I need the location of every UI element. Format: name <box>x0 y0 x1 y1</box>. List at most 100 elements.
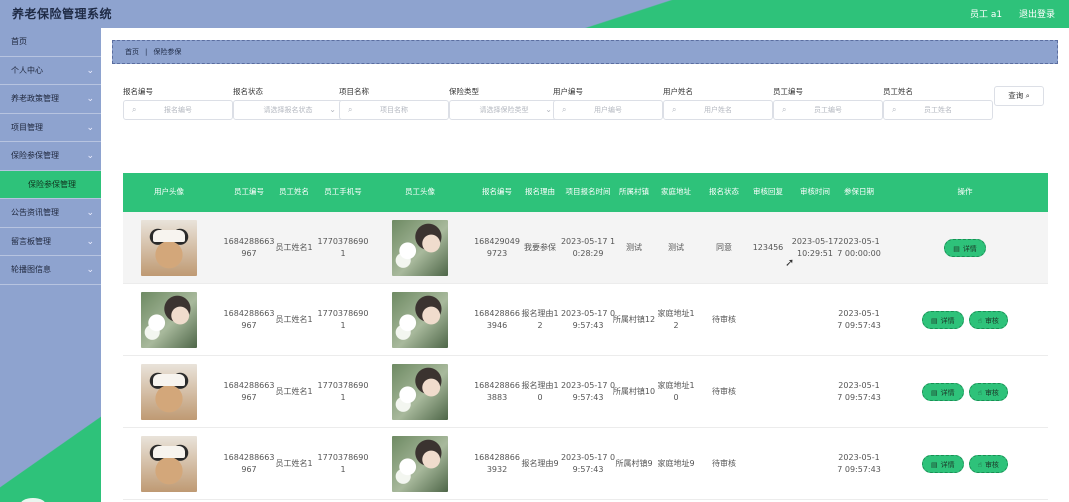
sidebar-item-4[interactable]: 保险参保管理 ⌄ <box>0 142 101 171</box>
cell-text: 家庭地址12 <box>657 309 695 330</box>
breadcrumb-home[interactable]: 首页 <box>125 48 139 56</box>
cell-village: 所属村镇9 <box>611 428 657 500</box>
cell-text: 家庭地址10 <box>657 381 695 402</box>
table-row[interactable]: 1684288663967 员工姓名1 17703786901 16842886639… <box>123 428 1048 500</box>
sidebar-item-6[interactable]: 公告资讯管理 ⌄ <box>0 199 101 228</box>
cell-text: 报名理由10 <box>521 381 559 402</box>
filter-input[interactable]: ⌕ 员工姓名 <box>883 100 993 120</box>
cell-text: 123456 <box>752 243 784 253</box>
sidebar-item-1[interactable]: 个人中心 ⌄ <box>0 57 101 85</box>
cell-text: 2023-05-17 09:57:43 <box>837 381 881 402</box>
filter-input[interactable]: ⌕ 报名编号 <box>123 100 233 120</box>
cell-text: 同意 <box>716 243 732 253</box>
audit-button[interactable]: ☝ 审核 <box>968 455 1008 473</box>
header-actions: 员工 a1 退出登录 <box>956 7 1055 20</box>
cell-emp-phone: 17703786901 <box>317 284 369 356</box>
chevron-down-icon: ⌄ <box>86 265 94 275</box>
sidebar: 首页 个人中心 ⌄ 养老政策管理 ⌄ 项目管理 ⌄ 保险参保管理 ⌄ 保险参保管理 公告资讯管理 ⌄ 留… <box>0 28 101 502</box>
sidebar-item-label: 保险参保管理 <box>11 151 59 160</box>
filter-input[interactable]: ⌕ 用户编号 <box>553 100 663 120</box>
employee-avatar <box>392 292 448 348</box>
filter-placeholder: 请选择报名状态 <box>263 106 313 114</box>
cell-text: 所属村镇10 <box>612 387 656 397</box>
sidebar-item-3[interactable]: 项目管理 ⌄ <box>0 114 101 142</box>
detail-button-label: 详情 <box>940 461 955 469</box>
cell-text: 2023-05-17 09:57:43 <box>560 453 616 474</box>
detail-button[interactable]: ▤ 详情 <box>922 311 964 329</box>
detail-button[interactable]: ▤ 详情 <box>944 239 986 257</box>
cell-status: 待审核 <box>699 284 749 356</box>
cell-reg-time: 2023-05-17 10:28:29 <box>559 212 617 284</box>
current-user[interactable]: 员工 a1 <box>970 10 1002 20</box>
audit-button[interactable]: ☝ 审核 <box>968 311 1008 329</box>
audit-button[interactable]: ☝ 审核 <box>968 383 1008 401</box>
column-header: 审核回复 <box>753 187 783 197</box>
table-row[interactable]: 1684288663967 员工姓名1 17703786901 16842904997… <box>123 212 1048 284</box>
user-avatar <box>141 364 197 420</box>
cell-emp-phone: 17703786901 <box>317 356 369 428</box>
sidebar-item-5[interactable]: 保险参保管理 <box>0 170 101 199</box>
cell-reply <box>747 284 789 356</box>
breadcrumb-separator: | <box>145 48 148 56</box>
sidebar-item-7[interactable]: 留言板管理 ⌄ <box>0 228 101 256</box>
column-header: 参保日期 <box>844 187 874 197</box>
cell-village: 测试 <box>611 212 657 284</box>
filter-0: 报名编号 ⌕ 报名编号 <box>123 86 233 120</box>
user-avatar <box>141 292 197 348</box>
mouse-cursor-icon: ➚ <box>785 256 795 269</box>
table-row[interactable]: 1684288663967 员工姓名1 17703786901 16842886639… <box>123 284 1048 356</box>
logout-link[interactable]: 退出登录 <box>1019 10 1055 20</box>
column-header: 项目报名时间 <box>565 187 611 197</box>
employee-avatar <box>392 220 448 276</box>
cell-emp-no: 1684288663967 <box>223 212 275 284</box>
cell-text: 17703786901 <box>317 453 369 474</box>
cell-address: 家庭地址10 <box>655 356 697 428</box>
breadcrumb: 首页 | 保险参保 <box>112 40 1058 64</box>
filter-placeholder: 用户编号 <box>594 106 622 114</box>
cell-reg-no: 1684288663946 <box>473 284 521 356</box>
actions-cell: ▤ 详情 ☝ 审核 <box>913 284 1017 356</box>
column-header: 员工编号 <box>234 187 264 197</box>
action-buttons: ▤ 详情 <box>944 239 986 257</box>
filter-input[interactable]: ⌕ 用户姓名 <box>663 100 773 120</box>
cell-text: 1684288663946 <box>474 309 520 330</box>
detail-button[interactable]: ▤ 详情 <box>922 383 964 401</box>
user-avatar-cell <box>123 428 215 500</box>
column-header: 报名编号 <box>482 187 512 197</box>
filter-label: 保险类型 <box>449 87 479 96</box>
detail-button[interactable]: ▤ 详情 <box>922 455 964 473</box>
filter-select[interactable]: 请选择报名状态 ⌄ <box>233 100 343 120</box>
employee-avatar <box>392 364 448 420</box>
employee-avatar-cell <box>375 428 465 500</box>
sidebar-item-2[interactable]: 养老政策管理 ⌄ <box>0 85 101 114</box>
detail-button-label: 详情 <box>962 245 977 253</box>
sidebar-item-8[interactable]: 轮播图信息 ⌄ <box>0 256 101 285</box>
cell-address: 家庭地址9 <box>655 428 697 500</box>
filter-6: 员工编号 ⌕ 员工编号 <box>773 86 883 120</box>
cell-text: 2023-05-17 09:57:43 <box>837 309 881 330</box>
filter-input[interactable]: ⌕ 项目名称 <box>339 100 449 120</box>
filter-label: 报名编号 <box>123 87 153 96</box>
column-header: 员工手机号 <box>324 187 362 197</box>
cell-text: 员工姓名1 <box>275 459 313 469</box>
filter-select[interactable]: 请选择保险类型 ⌄ <box>449 100 559 120</box>
cell-text: 2023-05-17 10:28:29 <box>560 237 616 258</box>
chevron-down-icon: ⌄ <box>86 208 94 218</box>
table-row[interactable]: 1684288663967 员工姓名1 17703786901 16842886638… <box>123 356 1048 428</box>
employee-avatar <box>392 436 448 492</box>
filter-5: 用户姓名 ⌕ 用户姓名 <box>663 86 773 120</box>
sidebar-item-0[interactable]: 首页 <box>0 28 101 57</box>
cell-text: 17703786901 <box>317 381 369 402</box>
cell-insure-date: 2023-05-17 00:00:00 <box>837 212 881 284</box>
filter-input[interactable]: ⌕ 员工编号 <box>773 100 883 120</box>
table-body: 1684288663967 员工姓名1 17703786901 16842904997… <box>123 212 1048 500</box>
search-button[interactable]: 查询 ⌕ <box>994 86 1044 106</box>
cell-reply <box>747 356 789 428</box>
employee-avatar-cell <box>375 356 465 428</box>
cell-text: 报名理由12 <box>521 309 559 330</box>
action-buttons: ▤ 详情 ☝ 审核 <box>922 455 1008 473</box>
cell-reason: 报名理由10 <box>521 356 559 428</box>
data-table: 用户头像 员工编号 员工姓名 员工手机号 员工头像 报名编号 报名理由 项目报名时间 所属村镇家… <box>123 173 1048 500</box>
cell-text: 报名理由9 <box>521 459 559 469</box>
cell-reg-time: 2023-05-17 09:57:43 <box>559 284 617 356</box>
